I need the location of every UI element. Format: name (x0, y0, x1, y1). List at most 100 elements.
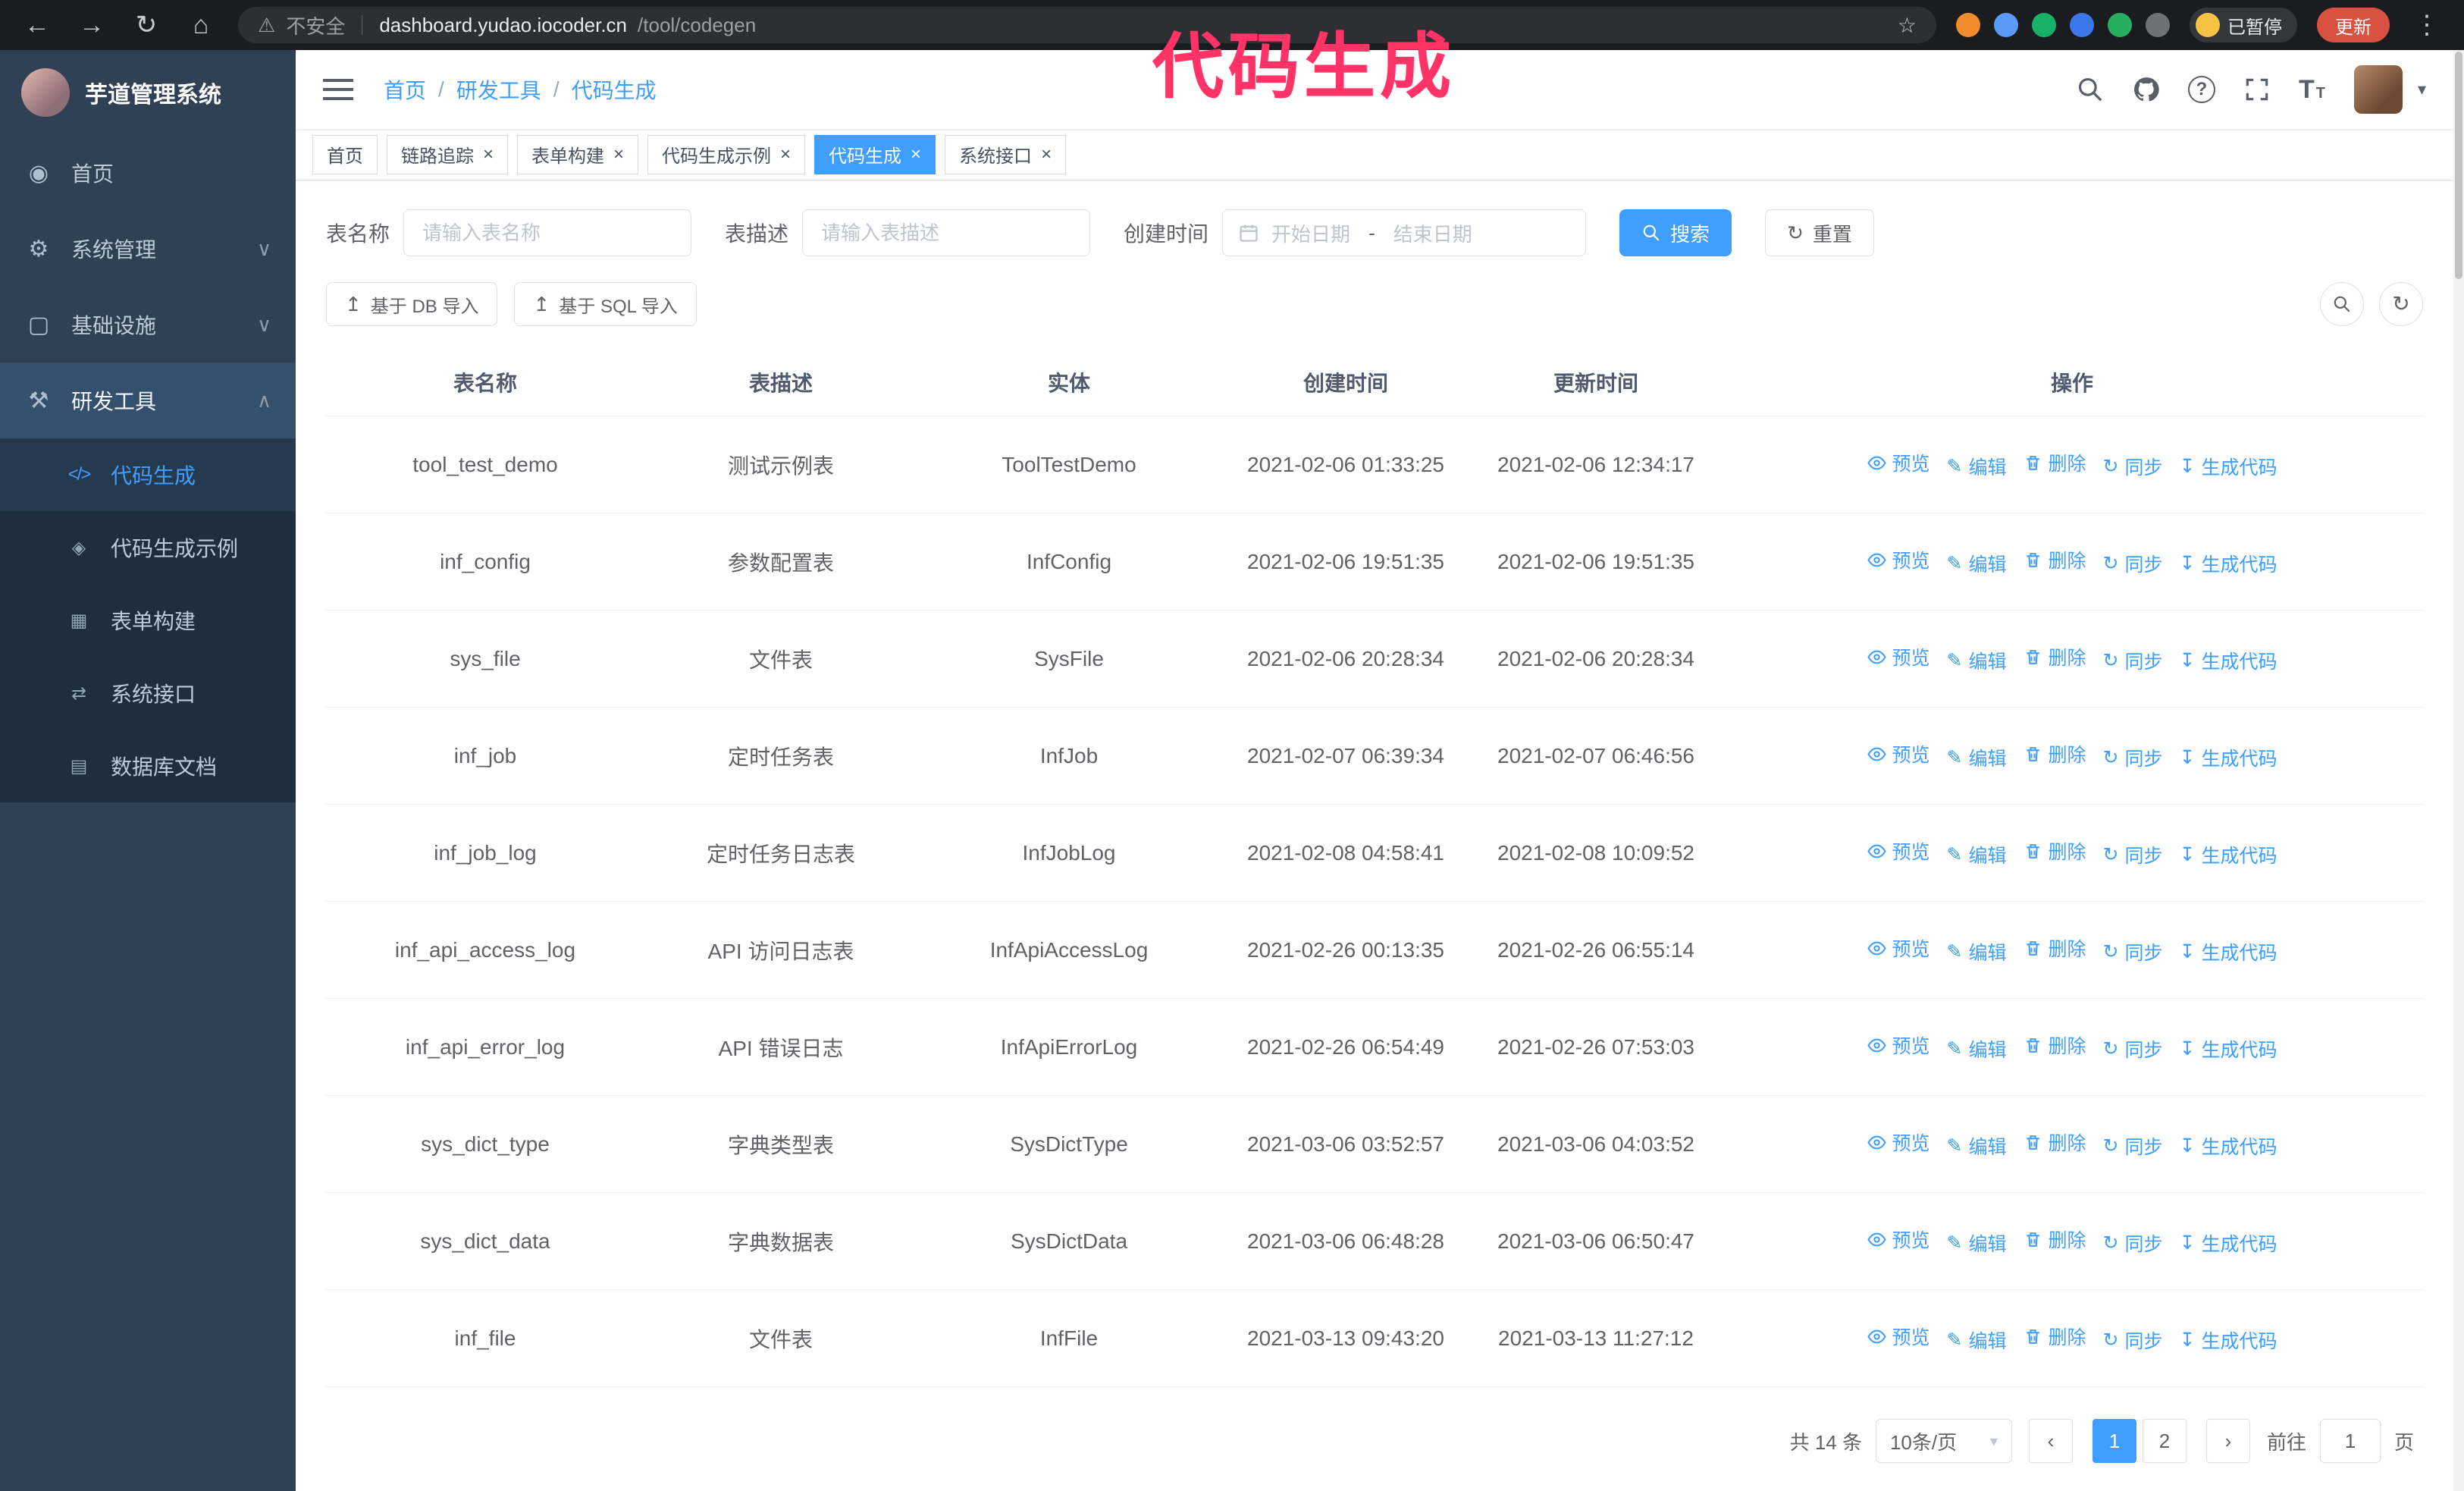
action-eye-link[interactable]: 预览 (1867, 1323, 1930, 1350)
search-icon[interactable] (2076, 75, 2105, 104)
action-download-link[interactable]: ↧ 生成代码 (2180, 744, 2277, 771)
sidebar-item-codegen[interactable]: </> 代码生成 (0, 438, 296, 511)
table-name-input[interactable] (403, 209, 692, 256)
sidebar-item-home[interactable]: ◉ 首页 (0, 135, 296, 211)
action-delete-link[interactable]: 删除 (2024, 837, 2086, 865)
close-icon[interactable]: × (613, 145, 624, 164)
action-edit-link[interactable]: ✎ 编辑 (1947, 841, 2007, 868)
next-page-button[interactable]: › (2205, 1419, 2250, 1463)
extension-icon[interactable] (1994, 13, 2018, 37)
caret-down-icon[interactable]: ▾ (2418, 80, 2426, 99)
action-delete-link[interactable]: 删除 (2024, 1226, 2086, 1253)
action-edit-link[interactable]: ✎ 编辑 (1947, 1132, 2007, 1160)
breadcrumb-item[interactable]: 首页 (384, 74, 426, 105)
action-eye-link[interactable]: 预览 (1867, 546, 1930, 573)
tab-1[interactable]: 链路追踪 × (387, 134, 509, 174)
action-sync-link[interactable]: ↻ 同步 (2103, 647, 2163, 674)
tab-4[interactable]: 代码生成 × (814, 134, 936, 174)
action-edit-link[interactable]: ✎ 编辑 (1947, 453, 2007, 480)
github-icon[interactable] (2132, 75, 2161, 104)
action-download-link[interactable]: ↧ 生成代码 (2180, 1035, 2277, 1063)
import-db-button[interactable]: ↥ 基于 DB 导入 (326, 282, 498, 326)
action-download-link[interactable]: ↧ 生成代码 (2180, 1132, 2277, 1160)
action-eye-link[interactable]: 预览 (1867, 1226, 1930, 1253)
action-eye-link[interactable]: 预览 (1867, 837, 1930, 865)
table-desc-input[interactable] (802, 209, 1091, 256)
address-bar[interactable]: ⚠ 不安全 dashboard.yudao.iocoder.cn /tool/c… (238, 7, 1936, 43)
action-download-link[interactable]: ↧ 生成代码 (2180, 1326, 2277, 1354)
close-icon[interactable]: × (1041, 145, 1052, 164)
reset-button[interactable]: ↻ 重置 (1765, 209, 1874, 256)
tab-5[interactable]: 系统接口 × (945, 134, 1067, 174)
action-delete-link[interactable]: 删除 (2024, 934, 2086, 962)
sidebar-item-system[interactable]: ⚙ 系统管理 ∨ (0, 211, 296, 287)
action-download-link[interactable]: ↧ 生成代码 (2180, 647, 2277, 674)
search-button[interactable]: 搜索 (1619, 209, 1732, 256)
extension-icon[interactable] (2070, 13, 2094, 37)
kebab-menu-icon[interactable]: ⋮ (2409, 10, 2444, 40)
sidebar-item-devtools[interactable]: ⚒ 研发工具 ∧ (0, 363, 296, 438)
forward-icon[interactable]: → (74, 11, 109, 40)
app-logo[interactable]: 芋道管理系统 (0, 50, 296, 135)
fullscreen-icon[interactable] (2243, 75, 2271, 104)
action-download-link[interactable]: ↧ 生成代码 (2180, 841, 2277, 868)
action-edit-link[interactable]: ✎ 编辑 (1947, 1035, 2007, 1063)
action-eye-link[interactable]: 预览 (1867, 1031, 1930, 1059)
update-button[interactable]: 更新 (2317, 8, 2390, 42)
font-size-icon[interactable]: TT (2299, 75, 2327, 105)
import-sql-button[interactable]: ↥ 基于 SQL 导入 (514, 282, 697, 326)
close-icon[interactable]: × (780, 145, 791, 164)
sidebar-item-infra[interactable]: ▢ 基础设施 ∨ (0, 287, 296, 363)
action-edit-link[interactable]: ✎ 编辑 (1947, 1326, 2007, 1354)
action-download-link[interactable]: ↧ 生成代码 (2180, 550, 2277, 577)
extension-icon[interactable] (2032, 13, 2056, 37)
action-download-link[interactable]: ↧ 生成代码 (2180, 938, 2277, 965)
toggle-search-button[interactable] (2320, 282, 2364, 326)
close-icon[interactable]: × (911, 145, 921, 164)
action-sync-link[interactable]: ↻ 同步 (2103, 1132, 2163, 1160)
tab-2[interactable]: 表单构建 × (517, 134, 639, 174)
action-delete-link[interactable]: 删除 (2024, 1323, 2086, 1350)
action-edit-link[interactable]: ✎ 编辑 (1947, 744, 2007, 771)
action-download-link[interactable]: ↧ 生成代码 (2180, 1229, 2277, 1257)
sidebar-item-form-builder[interactable]: ▦ 表单构建 (0, 584, 296, 657)
prev-page-button[interactable]: ‹ (2028, 1419, 2073, 1463)
action-sync-link[interactable]: ↻ 同步 (2103, 744, 2163, 771)
action-sync-link[interactable]: ↻ 同步 (2103, 453, 2163, 480)
scrollbar-thumb[interactable] (2455, 52, 2462, 279)
action-delete-link[interactable]: 删除 (2024, 1031, 2086, 1059)
reload-icon[interactable]: ↻ (129, 10, 164, 40)
page-size-select[interactable]: 10条/页 ▾ (1875, 1419, 2012, 1463)
action-sync-link[interactable]: ↻ 同步 (2103, 1326, 2163, 1354)
date-range-picker[interactable]: 开始日期 - 结束日期 (1222, 209, 1587, 256)
action-delete-link[interactable]: 删除 (2024, 546, 2086, 573)
refresh-table-button[interactable]: ↻ (2379, 282, 2423, 326)
action-delete-link[interactable]: 删除 (2024, 740, 2086, 767)
action-edit-link[interactable]: ✎ 编辑 (1947, 1229, 2007, 1257)
bookmark-star-icon[interactable]: ☆ (1898, 13, 1917, 38)
action-eye-link[interactable]: 预览 (1867, 643, 1930, 670)
sidebar-item-api[interactable]: ⇄ 系统接口 (0, 657, 296, 730)
breadcrumb-item[interactable]: 研发工具 (456, 74, 541, 105)
sidebar-item-db-doc[interactable]: ▤ 数据库文档 (0, 730, 296, 802)
scrollbar[interactable] (2453, 50, 2464, 1491)
action-delete-link[interactable]: 删除 (2024, 643, 2086, 670)
action-delete-link[interactable]: 删除 (2024, 1128, 2086, 1156)
tab-3[interactable]: 代码生成示例 × (647, 134, 806, 174)
action-sync-link[interactable]: ↻ 同步 (2103, 841, 2163, 868)
help-icon[interactable]: ? (2187, 76, 2215, 103)
user-avatar[interactable] (2353, 65, 2403, 114)
paused-badge[interactable]: 已暂停 (2190, 8, 2297, 42)
close-icon[interactable]: × (483, 145, 494, 164)
goto-page-input[interactable] (2319, 1419, 2381, 1463)
action-sync-link[interactable]: ↻ 同步 (2103, 550, 2163, 577)
action-download-link[interactable]: ↧ 生成代码 (2180, 453, 2277, 480)
action-eye-link[interactable]: 预览 (1867, 1128, 1930, 1156)
action-sync-link[interactable]: ↻ 同步 (2103, 1035, 2163, 1063)
action-sync-link[interactable]: ↻ 同步 (2103, 1229, 2163, 1257)
action-eye-link[interactable]: 预览 (1867, 449, 1930, 476)
extension-icon[interactable] (2108, 13, 2132, 37)
action-eye-link[interactable]: 预览 (1867, 934, 1930, 962)
extension-icon[interactable] (1956, 13, 1980, 37)
tab-0[interactable]: 首页 (312, 134, 378, 174)
